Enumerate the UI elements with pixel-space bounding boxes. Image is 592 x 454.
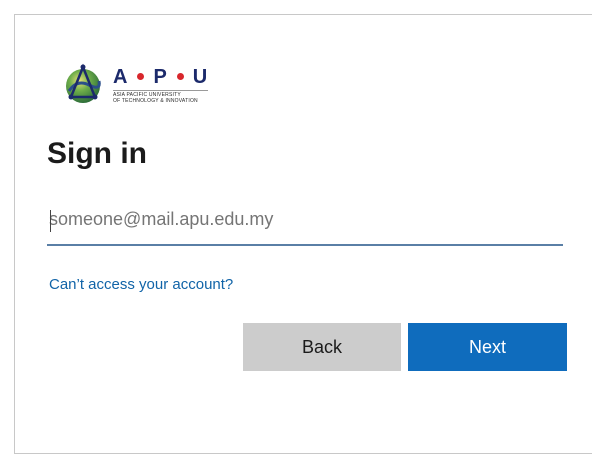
logo-tagline: ASIA PACIFIC UNIVERSITY OF TECHNOLOGY & … xyxy=(113,89,209,104)
apu-logo: A P U ASIA PACIFIC UNIVERSITY OF TECHNOL… xyxy=(59,61,209,109)
email-field[interactable] xyxy=(47,200,563,246)
cant-access-account-link[interactable]: Can’t access your account? xyxy=(49,275,233,295)
logo-letter-p: P xyxy=(153,65,168,88)
apu-letters: A P U xyxy=(113,67,208,87)
logo-letter-a: A xyxy=(113,65,129,88)
apu-globe-icon xyxy=(66,63,101,103)
back-button[interactable]: Back xyxy=(243,323,401,371)
next-button[interactable]: Next xyxy=(408,323,567,371)
logo-letter-u: U xyxy=(192,65,209,88)
logo-dot xyxy=(176,73,184,80)
apu-wordmark: A P U ASIA PACIFIC UNIVERSITY OF TECHNOL… xyxy=(113,67,209,104)
page-title: Sign in xyxy=(47,137,147,170)
logo-tagline-line2: OF TECHNOLOGY & INNOVATION xyxy=(113,97,198,104)
text-caret xyxy=(50,210,51,232)
logo-dot xyxy=(137,73,145,80)
